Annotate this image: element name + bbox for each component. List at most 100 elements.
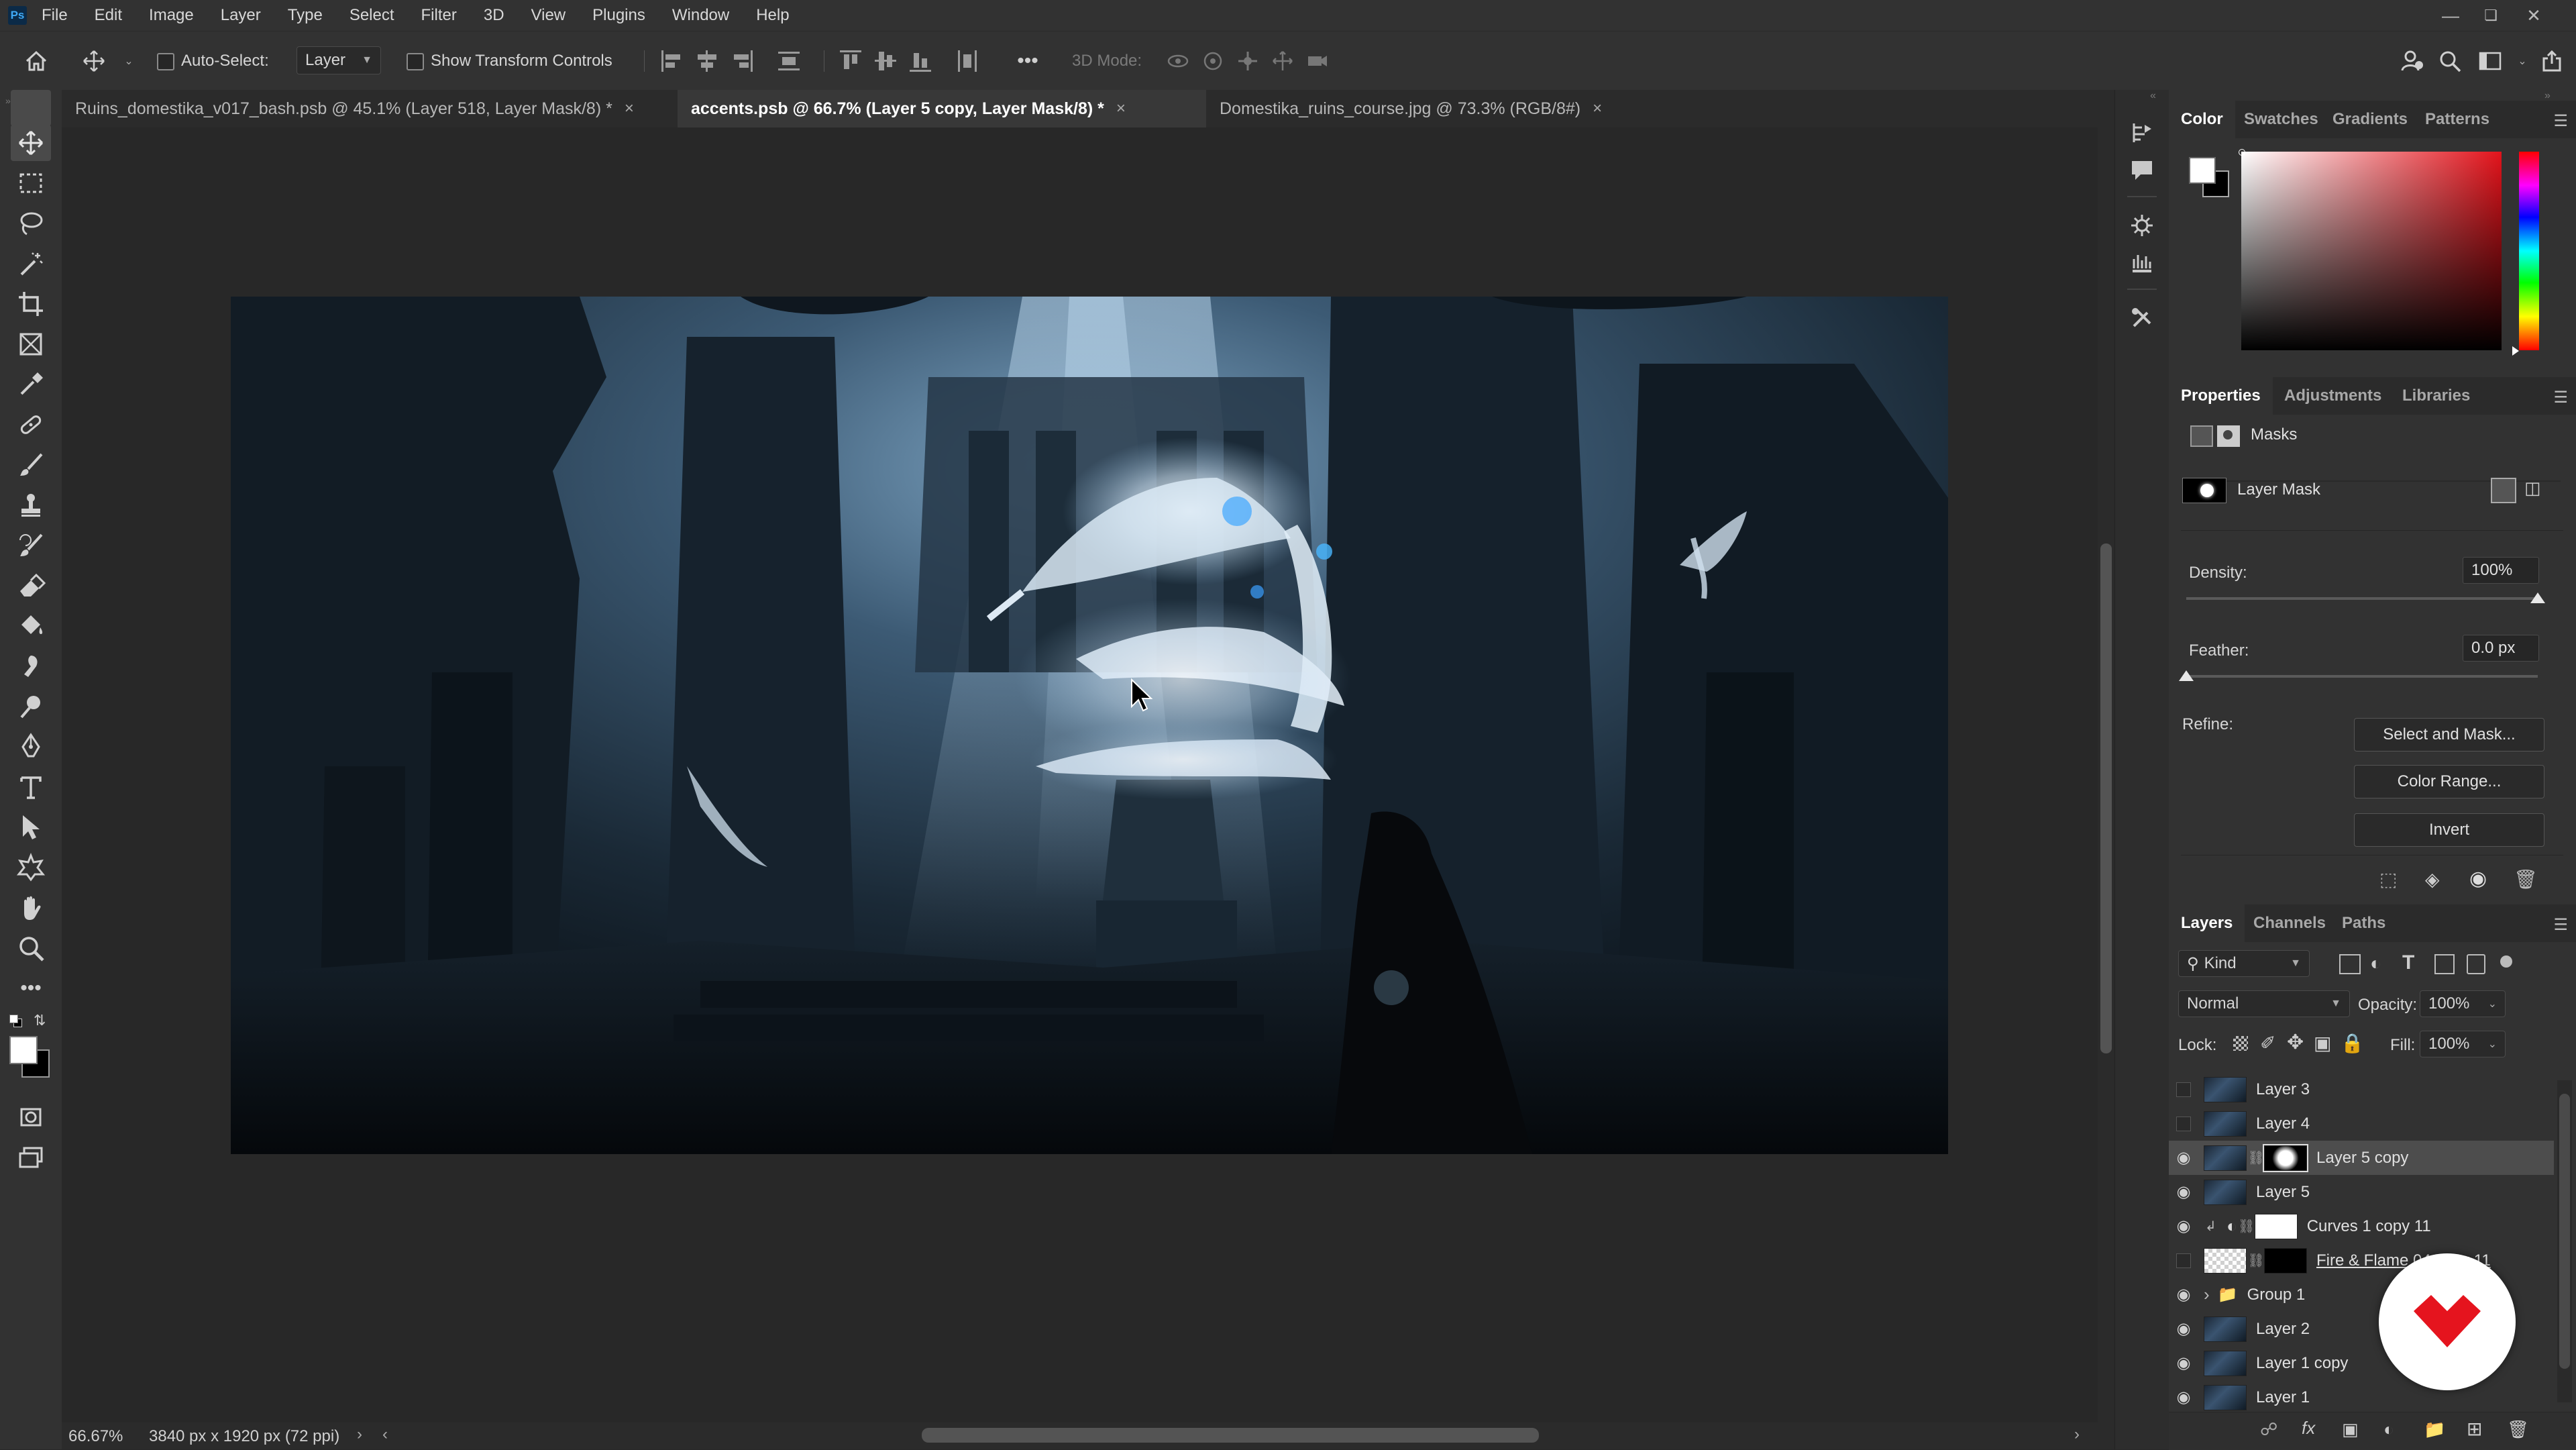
comments-panel-icon[interactable] — [2127, 156, 2157, 185]
workspace-chevron-down-icon[interactable]: ⌄ — [2509, 48, 2536, 74]
filter-shape-icon[interactable] — [2434, 954, 2455, 974]
menu-image[interactable]: Image — [149, 6, 194, 25]
layer-name[interactable]: Layer 1 copy — [2256, 1354, 2348, 1373]
show-transform-checkbox[interactable] — [407, 53, 424, 70]
status-menu-chevron-icon[interactable]: › — [357, 1425, 362, 1444]
menu-edit[interactable]: Edit — [95, 6, 122, 25]
pixel-layer-properties-icon[interactable] — [2190, 425, 2213, 447]
layer-visibility-toggle[interactable]: ◉ — [2169, 1209, 2198, 1243]
close-tab-icon[interactable]: × — [1116, 99, 1126, 118]
align-left-icon[interactable] — [660, 49, 684, 73]
blend-mode-dropdown[interactable]: Normal ▼ — [2178, 990, 2350, 1017]
minimize-icon[interactable]: — — [2439, 4, 2462, 27]
clone-stamp-tool-icon[interactable] — [11, 487, 51, 523]
layer-visibility-toggle[interactable] — [2169, 1072, 2198, 1106]
add-mask-icon[interactable]: ▣ — [2342, 1419, 2359, 1440]
apply-vector-mask-icon[interactable]: ◫ — [2524, 478, 2547, 501]
menu-plugins[interactable]: Plugins — [592, 6, 645, 25]
tab-paths[interactable]: Paths — [2330, 904, 2398, 942]
layer-visibility-toggle[interactable]: ◉ — [2169, 1312, 2198, 1346]
3d-pan-icon[interactable] — [1234, 48, 1261, 74]
layer-row[interactable]: ◉ ↲ ◐ ⛓ Curves 1 copy 11 — [2169, 1209, 2554, 1243]
layer-effects-icon[interactable]: fx — [2302, 1418, 2315, 1439]
layer-name[interactable]: Layer 4 — [2256, 1115, 2310, 1133]
lasso-tool-icon[interactable] — [11, 205, 51, 242]
align-bottom-icon[interactable] — [908, 49, 932, 73]
layer-thumbnail[interactable] — [2204, 1316, 2247, 1342]
new-adjustment-layer-icon[interactable]: ◐ — [2383, 1419, 2394, 1440]
3d-slide-icon[interactable] — [1269, 48, 1296, 74]
load-selection-icon[interactable]: ⬚ — [2379, 868, 2397, 890]
zoom-level[interactable]: 66.67% — [68, 1427, 123, 1446]
eraser-tool-icon[interactable] — [11, 568, 51, 604]
preset-chevron-down-icon[interactable]: ⌄ — [115, 48, 142, 74]
layer-name[interactable]: Layer 3 — [2256, 1080, 2310, 1099]
move-tool-icon[interactable] — [11, 125, 51, 161]
auto-select-dropdown[interactable]: Layer ▼ — [297, 46, 381, 74]
tool-presets-icon[interactable] — [2127, 303, 2157, 333]
screen-mode-icon[interactable] — [11, 1139, 51, 1176]
brush-tool-icon[interactable] — [11, 447, 51, 483]
layer-visibility-toggle[interactable]: ◉ — [2169, 1380, 2198, 1414]
layer-filter-kind-dropdown[interactable]: ⚲ Kind ▼ — [2178, 950, 2310, 977]
filter-pixel-icon[interactable] — [2339, 954, 2361, 974]
layer-thumbnail[interactable] — [2204, 1179, 2247, 1205]
collapse-panels-icon[interactable]: « — [2150, 90, 2156, 102]
layer-name[interactable]: Layer 5 — [2256, 1183, 2310, 1202]
tab-ruins-domestika[interactable]: Ruins_domestika_v017_bash.psb @ 45.1% (L… — [62, 90, 678, 127]
eyedropper-tool-icon[interactable] — [11, 366, 51, 403]
distribute-vertical-icon[interactable] — [777, 49, 801, 73]
vertical-scroll-thumb[interactable] — [2100, 543, 2112, 1053]
dodge-tool-icon[interactable] — [11, 688, 51, 725]
document-canvas-image[interactable] — [231, 297, 1948, 1154]
more-options-icon[interactable]: ••• — [1014, 48, 1041, 74]
brushes-panel-icon[interactable] — [2127, 248, 2157, 278]
hue-slider-marker[interactable] — [2512, 346, 2519, 356]
align-hcenter-icon[interactable] — [695, 49, 719, 73]
hue-slider[interactable] — [2519, 152, 2539, 350]
density-slider-knob[interactable] — [2530, 592, 2545, 603]
close-tab-icon[interactable]: × — [625, 99, 634, 118]
layer-visibility-toggle[interactable]: ◉ — [2169, 1175, 2198, 1209]
menu-select[interactable]: Select — [350, 6, 394, 25]
invert-button[interactable]: Invert — [2354, 813, 2544, 847]
path-selection-tool-icon[interactable] — [11, 809, 51, 845]
layer-visibility-toggle[interactable]: ◉ — [2169, 1278, 2198, 1312]
brush-settings-icon[interactable] — [2127, 211, 2157, 240]
shape-tool-icon[interactable] — [11, 849, 51, 886]
layers-panel-menu-icon[interactable]: ☰ — [2553, 915, 2568, 935]
default-colors-icon[interactable] — [9, 1015, 22, 1027]
tab-libraries[interactable]: Libraries — [2390, 377, 2482, 415]
layer-visibility-toggle[interactable] — [2169, 1106, 2198, 1141]
marquee-tool-icon[interactable] — [11, 165, 51, 201]
delete-layer-icon[interactable]: 🗑 — [2507, 1419, 2529, 1440]
3d-roll-icon[interactable] — [1199, 48, 1226, 74]
document-info[interactable]: 3840 px x 1920 px (72 ppi) — [149, 1427, 339, 1446]
tab-adjustments[interactable]: Adjustments — [2272, 377, 2394, 415]
align-right-icon[interactable] — [730, 49, 754, 73]
home-icon[interactable] — [23, 48, 50, 74]
menu-file[interactable]: File — [42, 6, 68, 25]
layer-mask-thumbnail[interactable] — [2254, 1213, 2298, 1239]
3d-orbit-icon[interactable] — [1165, 48, 1191, 74]
mask-link-icon[interactable]: ⛓ — [2247, 1149, 2264, 1168]
pen-tool-icon[interactable] — [11, 729, 51, 765]
layer-name[interactable]: Layer 2 — [2256, 1320, 2310, 1339]
auto-select-checkbox[interactable] — [157, 53, 174, 70]
crop-tool-icon[interactable] — [11, 286, 51, 322]
opacity-field[interactable]: 100% ⌄ — [2420, 990, 2506, 1017]
lock-pixels-icon[interactable]: ✐ — [2260, 1032, 2275, 1054]
scroll-right-icon[interactable]: › — [2074, 1425, 2080, 1444]
select-mask-icon[interactable] — [2491, 478, 2516, 503]
feather-field[interactable]: 0.0 px — [2463, 635, 2539, 662]
color-field-picker[interactable] — [2241, 152, 2502, 350]
tab-channels[interactable]: Channels — [2241, 904, 2338, 942]
healing-brush-tool-icon[interactable] — [11, 407, 51, 443]
tab-accents[interactable]: accents.psb @ 66.7% (Layer 5 copy, Layer… — [678, 90, 1206, 127]
restore-icon[interactable]: ❏ — [2479, 4, 2502, 27]
new-group-icon[interactable]: 📁 — [2424, 1419, 2445, 1440]
menu-view[interactable]: View — [531, 6, 566, 25]
menu-filter[interactable]: Filter — [421, 6, 457, 25]
layer-mask-thumbnail[interactable] — [2264, 1247, 2307, 1274]
lock-artboard-icon[interactable]: ▣ — [2314, 1032, 2331, 1054]
